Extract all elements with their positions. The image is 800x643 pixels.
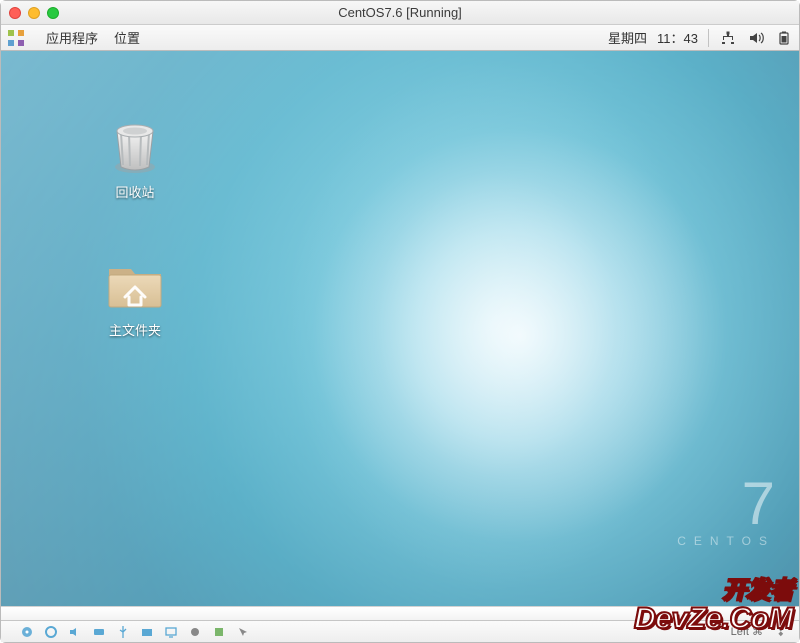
- os-brand: CENTOS: [677, 534, 775, 548]
- vbox-shared-folder-icon[interactable]: [139, 624, 155, 640]
- vbox-indicator-group: [19, 624, 251, 640]
- guest-bottom-panel[interactable]: [1, 606, 799, 620]
- vbox-audio-icon[interactable]: [67, 624, 83, 640]
- places-menu[interactable]: 位置: [114, 28, 140, 47]
- vm-window: CentOS7.6 [Running] 应用程序 位置 星期四 11：43: [0, 0, 800, 643]
- vbox-host-key-icon: [773, 624, 789, 640]
- separator: [708, 29, 709, 47]
- os-version: 7: [677, 480, 775, 528]
- battery-icon[interactable]: [775, 29, 793, 47]
- mac-titlebar: CentOS7.6 [Running]: [1, 1, 799, 25]
- gnome-right-group: 星期四 11：43: [608, 28, 793, 47]
- trash-icon: [103, 113, 167, 177]
- vbox-hdd-icon[interactable]: [19, 624, 35, 640]
- volume-icon[interactable]: [747, 29, 765, 47]
- zoom-button[interactable]: [47, 7, 59, 19]
- applications-menu[interactable]: 应用程序: [46, 28, 98, 47]
- apps-icon: [7, 29, 25, 47]
- window-title: CentOS7.6 [Running]: [1, 5, 799, 20]
- vbox-network-icon[interactable]: [91, 624, 107, 640]
- trash-label: 回收站: [111, 181, 158, 202]
- gnome-top-panel: 应用程序 位置 星期四 11：43: [1, 25, 799, 51]
- vbox-usb-icon[interactable]: [115, 624, 131, 640]
- vbox-cpu-icon[interactable]: [211, 624, 227, 640]
- close-button[interactable]: [9, 7, 21, 19]
- centos-watermark: 7 CENTOS: [677, 480, 775, 548]
- vbox-optical-icon[interactable]: [43, 624, 59, 640]
- network-icon[interactable]: [719, 29, 737, 47]
- clock-day[interactable]: 星期四: [608, 28, 647, 47]
- virtualbox-statusbar: Left ⌘: [1, 620, 799, 642]
- desktop[interactable]: 回收站 主文件夹 7 CENTOS: [1, 51, 799, 620]
- traffic-lights: [9, 7, 59, 19]
- trash-desktop-icon[interactable]: 回收站: [87, 113, 183, 202]
- vbox-host-key-label: Left ⌘: [731, 625, 763, 638]
- gnome-left-group: 应用程序 位置: [7, 28, 140, 47]
- vbox-mouse-icon[interactable]: [235, 624, 251, 640]
- home-folder-icon: [103, 251, 167, 315]
- minimize-button[interactable]: [28, 7, 40, 19]
- vbox-recording-icon[interactable]: [187, 624, 203, 640]
- vbox-display-icon[interactable]: [163, 624, 179, 640]
- home-folder-label: 主文件夹: [105, 319, 165, 340]
- home-folder-desktop-icon[interactable]: 主文件夹: [87, 251, 183, 340]
- clock-time[interactable]: 11：43: [657, 28, 698, 47]
